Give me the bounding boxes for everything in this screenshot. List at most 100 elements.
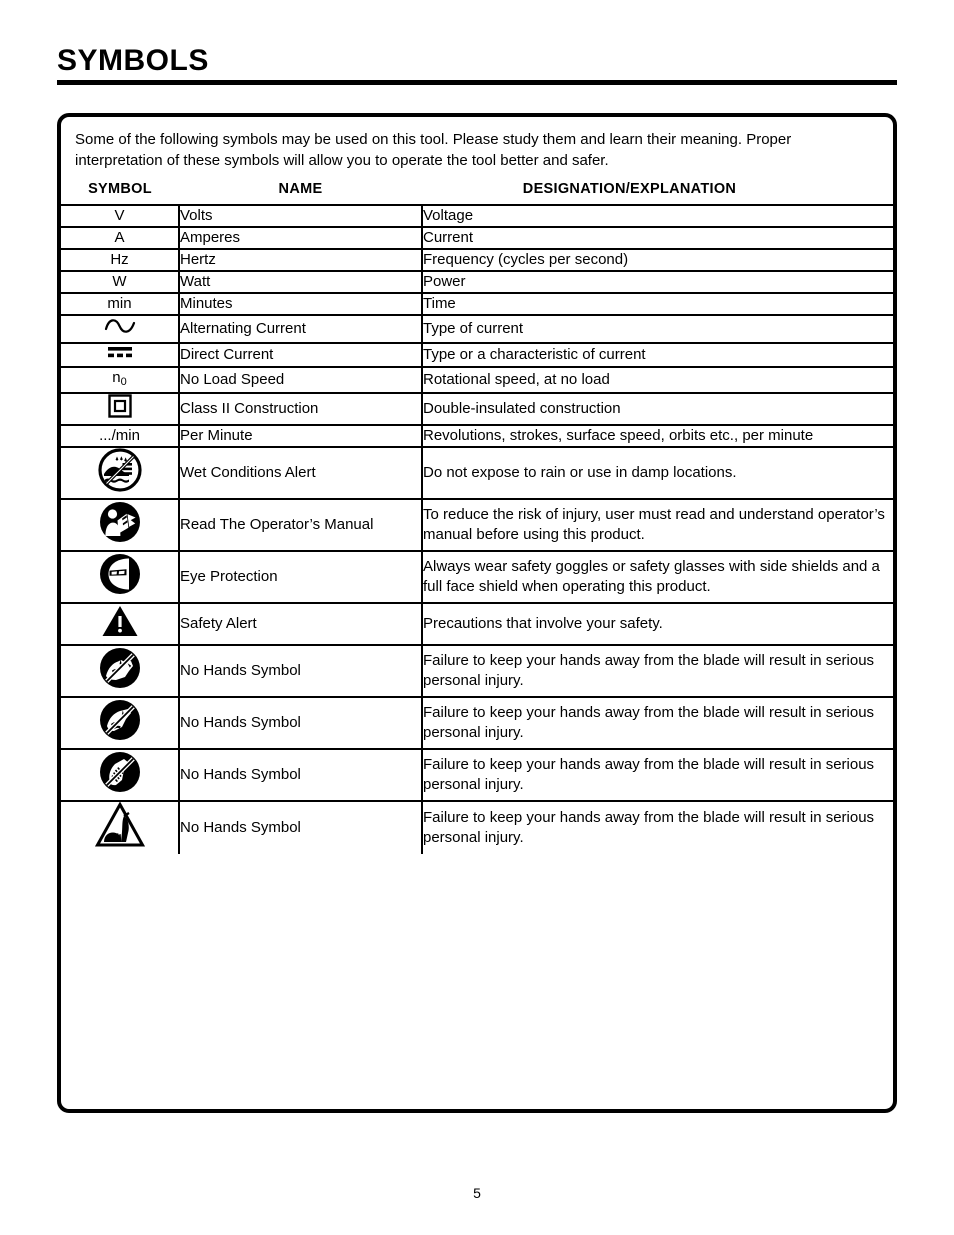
symbol-designation-cell: Double-insulated construction <box>421 392 893 426</box>
symbol-cell <box>61 498 180 552</box>
symbol-name-cell: Volts <box>178 204 423 228</box>
table-row: Eye Protection Always wear safety goggles… <box>61 550 893 604</box>
symbol-cell: Hz <box>61 248 180 272</box>
symbol-cell: n0 <box>61 366 180 394</box>
safety-alert-icon <box>101 604 139 638</box>
table-row: W Watt Power <box>61 270 893 294</box>
symbol-designation-cell: Type of current <box>421 314 893 344</box>
table-row: min Minutes Time <box>61 292 893 316</box>
symbol-designation-cell: Always wear safety goggles or safety gla… <box>421 550 893 604</box>
symbol-cell: W <box>61 270 180 294</box>
symbol-name-cell: Hertz <box>178 248 423 272</box>
symbol-name-cell: Read The Operator’s Manual <box>178 498 423 552</box>
class-two-construction-icon <box>107 394 132 418</box>
symbol-text: V <box>114 207 125 224</box>
intro-paragraph: Some of the following symbols may be use… <box>75 131 792 169</box>
no-hands-circle-saw-icon <box>98 698 142 742</box>
table-row: Hz Hertz Frequency (cycles per second) <box>61 248 893 272</box>
symbol-cell <box>61 602 180 646</box>
symbol-text: .../min <box>99 427 140 444</box>
symbol-name-cell: Amperes <box>178 226 423 250</box>
symbol-designation-cell: Time <box>421 292 893 316</box>
alternating-current-icon <box>103 316 137 336</box>
no-hands-circle-fingers-icon <box>98 750 142 794</box>
eye-protection-icon <box>98 552 142 596</box>
table-row: .../min Per Minute Revolutions, strokes, s… <box>61 424 893 448</box>
symbol-cell <box>61 392 180 426</box>
symbol-name-cell: Direct Current <box>178 342 423 368</box>
symbol-designation-cell: Do not expose to rain or use in damp loc… <box>421 446 893 500</box>
symbol-designation-cell: Failure to keep your hands away from the… <box>421 644 893 698</box>
symbol-name-cell: Safety Alert <box>178 602 423 646</box>
symbol-name-cell: Class II Construction <box>178 392 423 426</box>
symbols-panel: Some of the following symbols may be use… <box>57 113 897 1113</box>
symbol-name-cell: No Hands Symbol <box>178 644 423 698</box>
column-header-designation: DESIGNATION/EXPLANATION <box>522 181 737 197</box>
table-row: No Hands Symbol Failure to keep your hand… <box>61 748 893 802</box>
symbol-cell <box>61 342 180 368</box>
column-header-name: NAME <box>278 181 323 197</box>
symbol-cell: V <box>61 204 180 228</box>
symbol-name-cell: Wet Conditions Alert <box>178 446 423 500</box>
symbol-name-cell: Eye Protection <box>178 550 423 604</box>
symbol-cell <box>61 314 180 344</box>
symbol-designation-cell: To reduce the risk of injury, user must … <box>421 498 893 552</box>
symbol-designation-cell: Power <box>421 270 893 294</box>
table-column-headers: SYMBOL NAME DESIGNATION/EXPLANATION <box>61 171 893 204</box>
table-row: No Hands Symbol Failure to keep your hand… <box>61 800 893 854</box>
column-header-symbol: SYMBOL <box>88 181 152 197</box>
symbol-designation-cell: Frequency (cycles per second) <box>421 248 893 272</box>
table-row: n0 No Load Speed Rotational speed, at no l… <box>61 366 893 394</box>
table-row: Class II Construction Double-insulated co… <box>61 392 893 426</box>
symbol-cell <box>61 748 180 802</box>
symbol-name-cell: No Hands Symbol <box>178 800 423 854</box>
symbol-name-cell: No Load Speed <box>178 366 423 394</box>
symbol-name-cell: No Hands Symbol <box>178 748 423 802</box>
symbol-designation-cell: Precautions that involve your safety. <box>421 602 893 646</box>
symbol-cell: A <box>61 226 180 250</box>
symbol-designation-cell: Failure to keep your hands away from the… <box>421 800 893 854</box>
symbol-text: A <box>114 229 125 246</box>
direct-current-icon <box>105 344 135 360</box>
table-row: A Amperes Current <box>61 226 893 250</box>
symbol-designation-cell: Revolutions, strokes, surface speed, orb… <box>421 424 893 448</box>
no-hands-triangle-icon <box>94 801 145 848</box>
symbol-name-cell: No Hands Symbol <box>178 696 423 750</box>
symbol-name-cell: Watt <box>178 270 423 294</box>
table-row: No Hands Symbol Failure to keep your hand… <box>61 696 893 750</box>
symbol-designation-cell: Current <box>421 226 893 250</box>
table-row: No Hands Symbol Failure to keep your hand… <box>61 644 893 698</box>
page-number: 5 <box>473 1185 481 1201</box>
table-row: Alternating Current Type of current <box>61 314 893 344</box>
title-underline-rule <box>57 80 897 85</box>
symbol-designation-cell: Type or a characteristic of current <box>421 342 893 368</box>
table-row: Read The Operator’s Manual To reduce the … <box>61 498 893 552</box>
symbol-cell <box>61 446 180 500</box>
symbol-name-cell: Alternating Current <box>178 314 423 344</box>
table-row: Direct Current Type or a characteristic o… <box>61 342 893 368</box>
table-row: V Volts Voltage <box>61 204 893 228</box>
symbol-cell <box>61 696 180 750</box>
symbol-text: Hz <box>110 251 129 268</box>
symbol-text: n0 <box>112 369 127 388</box>
symbol-cell <box>61 550 180 604</box>
symbol-text: W <box>112 273 127 290</box>
read-operators-manual-icon <box>98 500 142 544</box>
no-hands-circle-blade-icon <box>98 646 142 690</box>
symbol-designation-cell: Failure to keep your hands away from the… <box>421 696 893 750</box>
page-title: SYMBOLS <box>57 44 209 77</box>
symbol-designation-cell: Rotational speed, at no load <box>421 366 893 394</box>
wet-conditions-alert-icon <box>97 448 142 492</box>
symbol-designation-cell: Failure to keep your hands away from the… <box>421 748 893 802</box>
symbol-cell <box>61 644 180 698</box>
table-row: Wet Conditions Alert Do not expose to rai… <box>61 446 893 500</box>
symbol-cell: min <box>61 292 180 316</box>
symbol-cell: .../min <box>61 424 180 448</box>
symbol-text: min <box>107 295 132 312</box>
symbol-designation-cell: Voltage <box>421 204 893 228</box>
document-page: SYMBOLS Some of the following symbols ma… <box>0 0 954 1235</box>
symbols-table: V Volts Voltage A Amperes Current Hz Hertz Freq… <box>61 204 893 854</box>
symbol-name-cell: Per Minute <box>178 424 423 448</box>
symbol-cell <box>61 800 180 854</box>
symbol-name-cell: Minutes <box>178 292 423 316</box>
